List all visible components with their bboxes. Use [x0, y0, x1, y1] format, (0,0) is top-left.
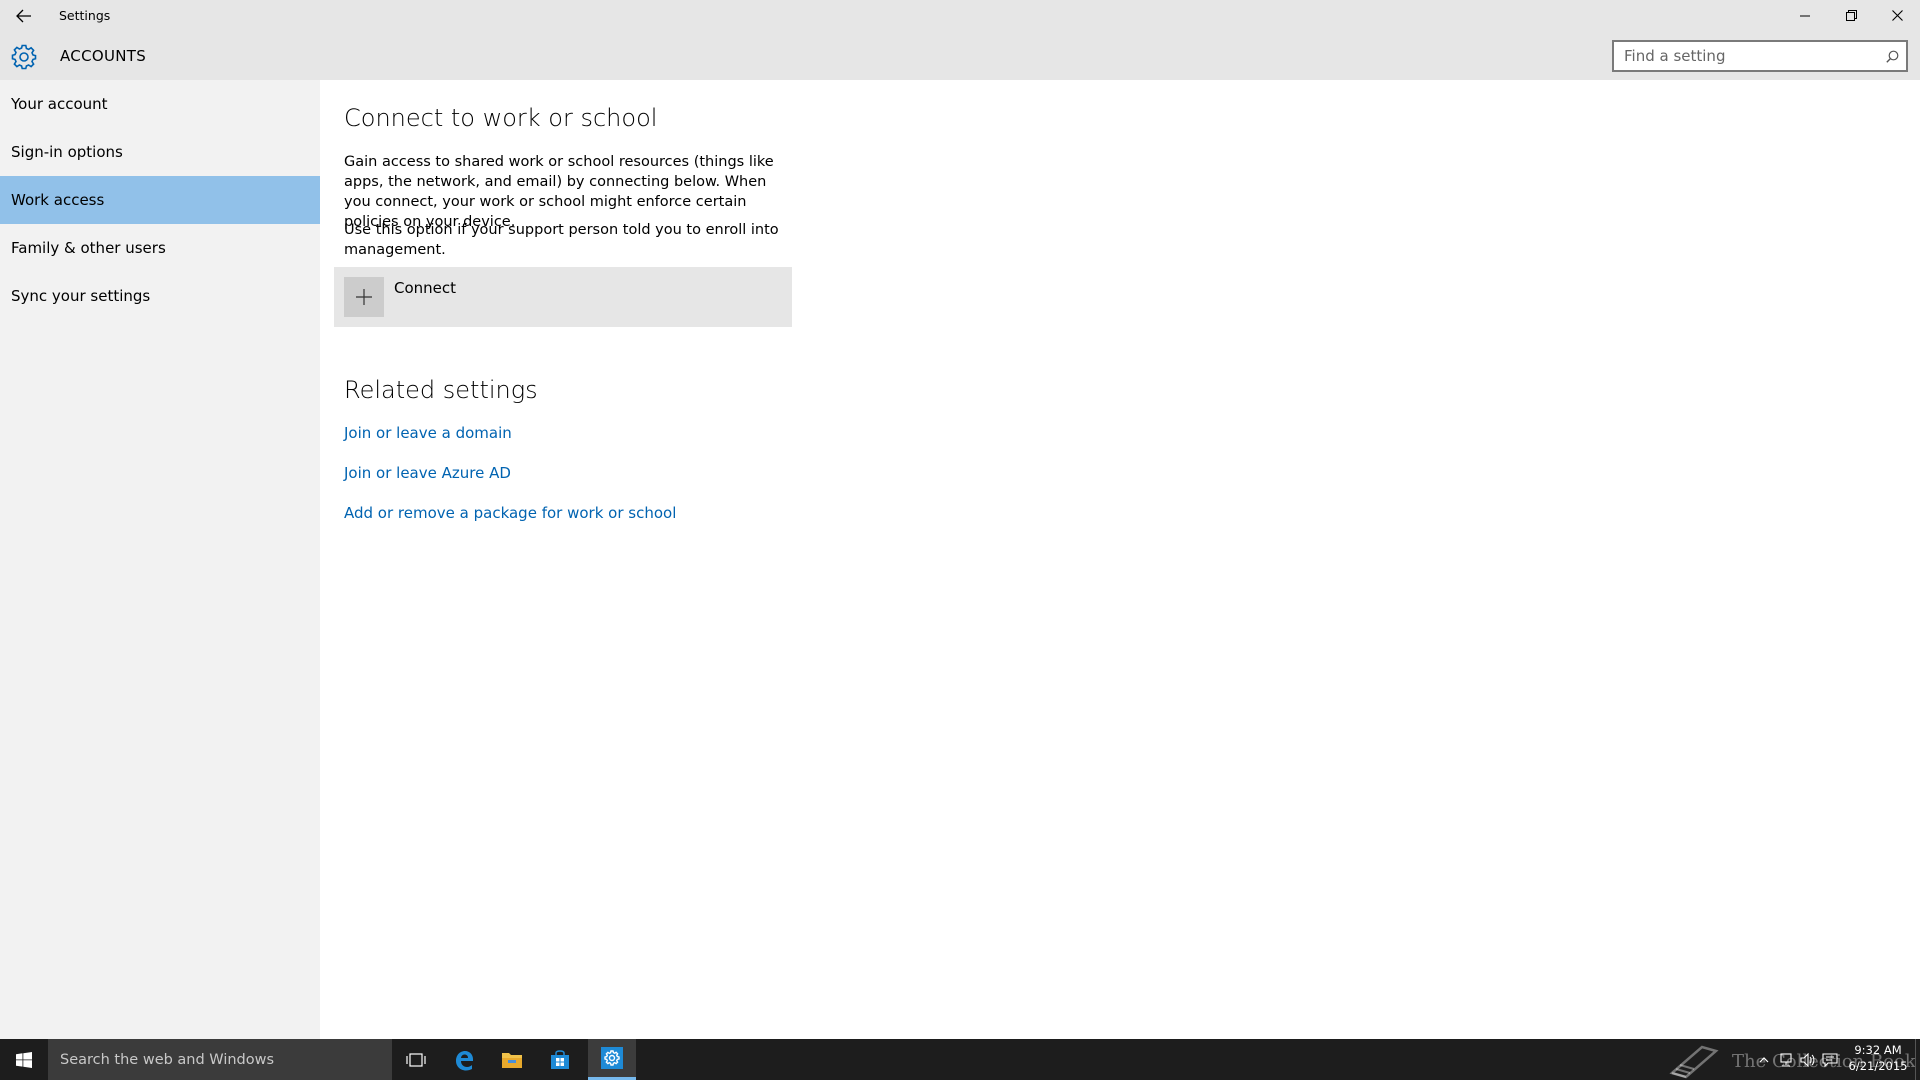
- sidebar-item-sign-in-options[interactable]: Sign-in options: [0, 128, 320, 176]
- related-settings-title: Related settings: [344, 376, 538, 404]
- edge-button[interactable]: [440, 1039, 488, 1080]
- sidebar-item-family-other-users[interactable]: Family & other users: [0, 224, 320, 272]
- sidebar-item-your-account[interactable]: Your account: [0, 80, 320, 128]
- sidebar-item-label: Your account: [11, 95, 108, 113]
- close-button[interactable]: [1874, 0, 1920, 31]
- file-explorer-button[interactable]: [488, 1039, 536, 1080]
- back-arrow-icon: [16, 9, 31, 22]
- page-title: Connect to work or school: [344, 104, 658, 132]
- enroll-hint-text: Use this option if your support person t…: [344, 222, 779, 258]
- speaker-icon: [1800, 1052, 1815, 1067]
- close-icon: [1891, 10, 1903, 21]
- system-tray: [1753, 1039, 1841, 1080]
- sidebar-item-sync-settings[interactable]: Sync your settings: [0, 272, 320, 320]
- network-icon: [1780, 1052, 1792, 1067]
- connect-button[interactable]: Connect: [334, 267, 792, 327]
- join-leave-azure-ad-link[interactable]: Join or leave Azure AD: [344, 464, 511, 482]
- settings-icon: [601, 1047, 623, 1069]
- sidebar-item-label: Sync your settings: [11, 287, 151, 305]
- search-icon: [1885, 50, 1898, 63]
- settings-taskbar-button[interactable]: [588, 1039, 636, 1080]
- clock-date: 6/21/2015: [1848, 1059, 1908, 1073]
- book-icon: [1669, 1045, 1719, 1079]
- taskbar-clock[interactable]: 9:32 AM 6/21/2015: [1844, 1042, 1912, 1074]
- sidebar: Your account Sign-in options Work access…: [0, 80, 320, 1039]
- sidebar-item-label: Sign-in options: [11, 143, 123, 161]
- volume-button[interactable]: [1797, 1039, 1819, 1080]
- join-leave-domain-link[interactable]: Join or leave a domain: [344, 424, 512, 442]
- minimize-button[interactable]: [1782, 0, 1828, 31]
- sidebar-item-work-access[interactable]: Work access: [0, 176, 320, 224]
- window-controls: [1782, 0, 1920, 31]
- search-button[interactable]: [1878, 42, 1906, 70]
- main-content: Connect to work or school Gain access to…: [320, 80, 1920, 1039]
- notification-icon: [1822, 1052, 1838, 1067]
- task-view-button[interactable]: [392, 1039, 440, 1080]
- show-desktop-button[interactable]: [1915, 1039, 1920, 1080]
- clock-time: 9:32 AM: [1854, 1043, 1902, 1057]
- add-remove-package-link[interactable]: Add or remove a package for work or scho…: [344, 504, 676, 522]
- taskbar-search-text: Search the web and Windows: [60, 1051, 275, 1068]
- title-bar: Settings: [0, 0, 1920, 31]
- gear-icon: [11, 44, 37, 70]
- window-title: Settings: [59, 8, 111, 23]
- taskbar: Search the web and Windows The Collectio…: [0, 1039, 1920, 1080]
- chevron-up-icon: [1759, 1056, 1769, 1062]
- edge-icon: [456, 1050, 473, 1070]
- action-center-button[interactable]: [1819, 1039, 1841, 1080]
- section-title: ACCOUNTS: [60, 47, 147, 65]
- app-header: ACCOUNTS: [0, 31, 1920, 80]
- show-hidden-icons-button[interactable]: [1753, 1039, 1775, 1080]
- connect-label: Connect: [394, 279, 457, 297]
- sidebar-item-label: Work access: [11, 191, 105, 209]
- settings-search-box[interactable]: [1612, 40, 1908, 72]
- taskbar-search-box[interactable]: Search the web and Windows: [48, 1039, 392, 1080]
- restore-icon: [1845, 10, 1857, 21]
- sidebar-item-label: Family & other users: [11, 239, 166, 257]
- store-button[interactable]: [536, 1039, 584, 1080]
- store-icon: [551, 1049, 569, 1069]
- restore-button[interactable]: [1828, 0, 1874, 31]
- task-view-icon: [406, 1052, 426, 1067]
- plus-icon: [344, 277, 384, 317]
- start-button[interactable]: [0, 1039, 48, 1080]
- file-explorer-icon: [502, 1052, 522, 1068]
- windows-logo-icon: [16, 1051, 32, 1068]
- back-button[interactable]: [0, 0, 48, 31]
- search-input[interactable]: [1614, 42, 1878, 70]
- minimize-icon: [1800, 15, 1810, 16]
- network-button[interactable]: [1775, 1039, 1797, 1080]
